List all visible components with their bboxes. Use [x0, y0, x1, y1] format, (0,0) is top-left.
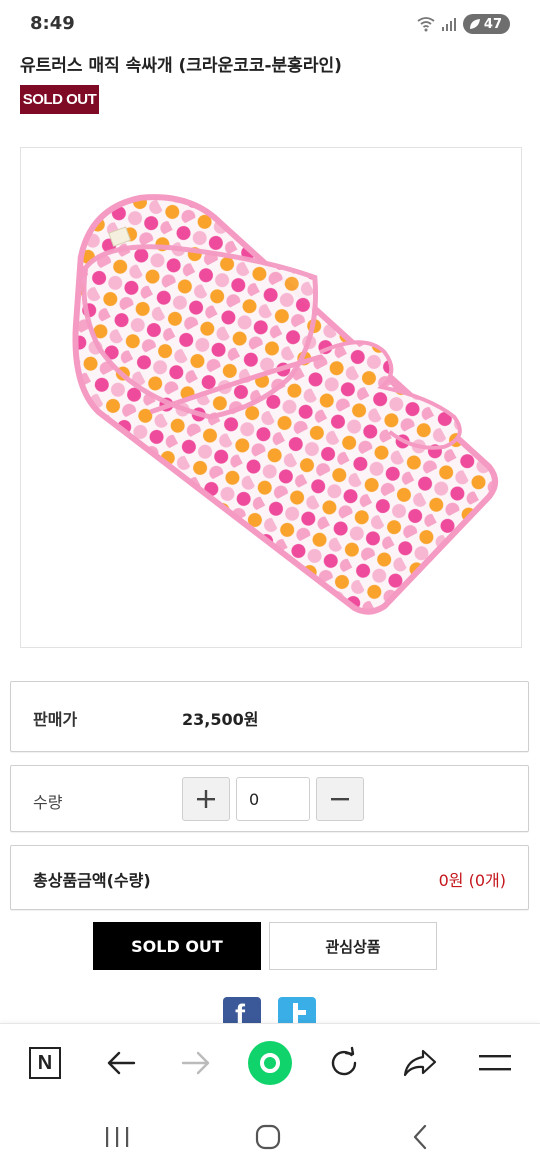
- arrow-right-icon: [181, 1051, 210, 1075]
- total-value: 0원 (0개): [438, 871, 506, 890]
- home-green-button[interactable]: [246, 1041, 294, 1085]
- battery-level: 47: [483, 16, 502, 32]
- system-back-button[interactable]: [396, 1119, 444, 1155]
- product-title: 유트러스 매직 속싸개 (크라운코코-분홍라인): [20, 56, 342, 76]
- status-bar: 8:49 47: [0, 0, 540, 44]
- leaf-icon: [469, 19, 480, 29]
- recent-apps-icon: [106, 1127, 129, 1147]
- swaddle-illustration: [72, 194, 499, 615]
- product-image[interactable]: [20, 147, 522, 648]
- share-button[interactable]: [396, 1041, 444, 1085]
- plus-icon: [197, 790, 215, 808]
- price-row: 판매가 23,500원: [10, 681, 529, 752]
- home-button[interactable]: [244, 1119, 292, 1155]
- recent-apps-button[interactable]: [93, 1119, 141, 1155]
- price-label: 판매가: [33, 710, 78, 729]
- quantity-label: 수량: [33, 793, 63, 812]
- price-value: 23,500원: [182, 710, 259, 729]
- battery-indicator: 47: [462, 14, 510, 34]
- browser-toolbar: N: [0, 1023, 540, 1101]
- quantity-decrease-button[interactable]: [316, 777, 364, 821]
- wifi-icon: [417, 17, 435, 32]
- status-icons: 47: [417, 14, 510, 34]
- home-circle-icon: [255, 1124, 281, 1150]
- green-dot-icon: [248, 1041, 292, 1085]
- quantity-row: 수량: [10, 765, 529, 832]
- forward-button[interactable]: [172, 1041, 220, 1085]
- soldout-button[interactable]: SOLD OUT: [93, 922, 261, 970]
- naver-home-button[interactable]: N: [21, 1041, 69, 1085]
- quantity-increase-button[interactable]: [182, 777, 230, 821]
- total-row: 총상품금액(수량) 0원 (0개): [10, 845, 529, 910]
- soldout-badge: SOLD OUT: [20, 85, 99, 114]
- naver-letter: N: [37, 1051, 53, 1074]
- chevron-left-icon: [413, 1124, 427, 1150]
- total-label: 총상품금액(수량): [33, 871, 151, 890]
- signal-icon: [441, 18, 456, 31]
- status-time: 8:49: [30, 13, 75, 34]
- refresh-icon: [331, 1046, 357, 1076]
- wishlist-button[interactable]: 관심상품: [269, 922, 437, 970]
- arrow-left-icon: [107, 1051, 136, 1075]
- refresh-button[interactable]: [320, 1041, 368, 1085]
- share-arrow-icon: [403, 1049, 437, 1077]
- android-nav-bar: [0, 1101, 540, 1170]
- quantity-input[interactable]: [236, 777, 310, 821]
- hamburger-icon: [479, 1055, 511, 1071]
- naver-icon: N: [29, 1047, 61, 1079]
- minus-icon: [331, 798, 349, 801]
- back-button[interactable]: [97, 1041, 145, 1085]
- menu-button[interactable]: [471, 1041, 519, 1085]
